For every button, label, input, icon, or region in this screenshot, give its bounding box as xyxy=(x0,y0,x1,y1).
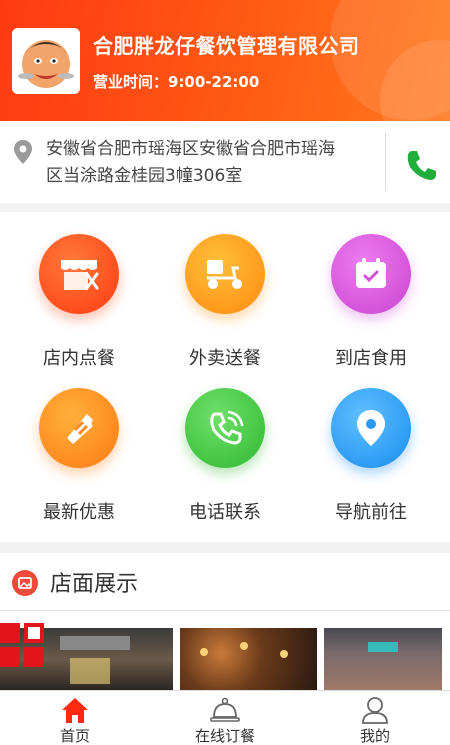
menu-label: 外卖送餐 xyxy=(189,348,261,369)
section-title: 店面展示 xyxy=(50,572,139,597)
business-hours: 营业时间：9:00-22:00 xyxy=(93,73,260,91)
menu-item-reserve[interactable]: 到店食用 xyxy=(296,234,446,384)
menu-label: 导航前往 xyxy=(335,502,407,523)
menu-item-navigate[interactable]: 导航前往 xyxy=(296,388,446,538)
tab-home[interactable]: 首页 xyxy=(0,691,150,745)
chef-avatar-logo-icon xyxy=(12,28,80,94)
tab-label: 在线订餐 xyxy=(194,727,255,745)
store-photo[interactable] xyxy=(180,628,317,691)
menu-label: 店内点餐 xyxy=(43,348,115,369)
user-icon xyxy=(362,697,388,724)
calendar-icon xyxy=(331,234,411,314)
location-pin-icon xyxy=(14,140,32,164)
phone-icon[interactable] xyxy=(404,147,440,183)
address-bar[interactable]: 安徽省合肥市瑶海区安徽省合肥市瑶海 区当涂路金桂园3幢306室 xyxy=(0,121,450,203)
qr-badge-icon xyxy=(0,623,46,669)
shop-header: 合肥胖龙仔餐饮管理有限公司 营业时间：9:00-22:00 xyxy=(0,0,450,121)
address-text: 安徽省合肥市瑶海区安徽省合肥市瑶海 区当涂路金桂园3幢306室 xyxy=(46,136,368,190)
menu-item-delivery[interactable]: 外卖送餐 xyxy=(150,234,300,384)
home-icon xyxy=(62,698,88,723)
cloche-icon xyxy=(210,697,240,722)
shop-logo xyxy=(12,28,80,94)
tab-label: 首页 xyxy=(59,727,90,745)
picture-icon xyxy=(12,570,38,596)
store-gallery-header: 店面展示 xyxy=(0,553,450,611)
menu-label: 电话联系 xyxy=(189,502,261,523)
service-menu: 店内点餐 外卖送餐 到店食用 最新优惠 电话联系 导航前往 xyxy=(0,212,450,542)
tab-order-online[interactable]: 在线订餐 xyxy=(150,691,300,745)
menu-item-promotions[interactable]: 最新优惠 xyxy=(4,388,154,538)
tab-mine[interactable]: 我的 xyxy=(300,691,450,745)
divider xyxy=(385,133,386,191)
scooter-icon xyxy=(185,234,265,314)
store-photo[interactable] xyxy=(324,628,442,691)
storefront-icon xyxy=(39,234,119,314)
menu-label: 到店食用 xyxy=(335,348,407,369)
address-line-2: 区当涂路金桂园3幢306室 xyxy=(46,166,243,186)
menu-item-dine-in[interactable]: 店内点餐 xyxy=(4,234,154,384)
navigation-pin-icon xyxy=(331,388,411,468)
store-photos xyxy=(0,611,450,691)
menu-item-call[interactable]: 电话联系 xyxy=(150,388,300,538)
menu-label: 最新优惠 xyxy=(43,502,115,523)
phone-call-icon xyxy=(185,388,265,468)
address-line-1: 安徽省合肥市瑶海区安徽省合肥市瑶海 xyxy=(46,139,335,159)
coupon-icon xyxy=(39,388,119,468)
bottom-tab-bar: 首页 在线订餐 我的 xyxy=(0,690,450,745)
tab-label: 我的 xyxy=(359,727,390,745)
shop-name: 合肥胖龙仔餐饮管理有限公司 xyxy=(93,34,360,58)
